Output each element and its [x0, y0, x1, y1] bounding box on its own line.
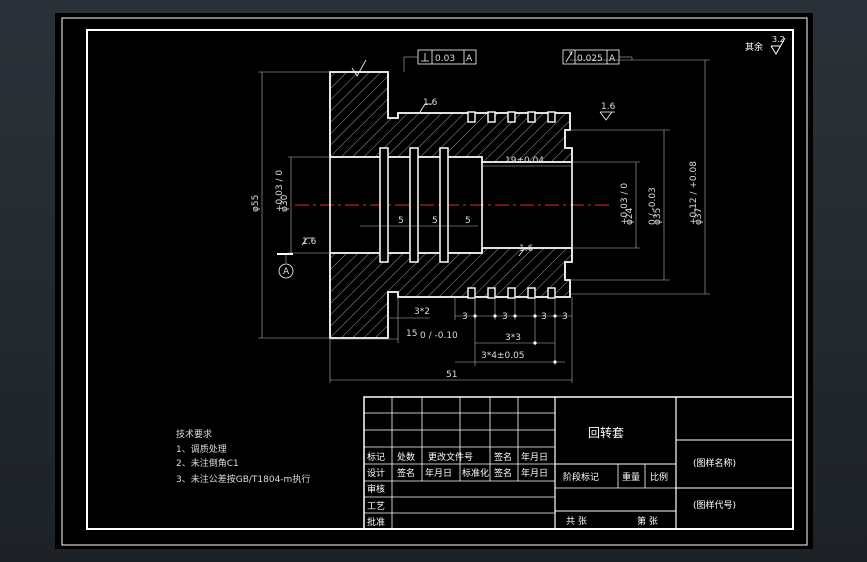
tol-perp-value: 0.03	[435, 54, 455, 64]
dim-d37-tol: +0.12 / +0.08	[689, 161, 699, 225]
roughness-note: 其余	[745, 41, 763, 53]
dim-d24-tol: +0.03 / 0	[620, 183, 630, 225]
dim-groove-mid: 5	[432, 216, 438, 226]
dim-d55: φ55	[251, 195, 261, 212]
tb-review: 审核	[367, 483, 385, 495]
dim-3x4: 3*4±0.05	[481, 351, 525, 361]
tb-sign: 签名	[494, 451, 512, 463]
dim-d30-tol: +0.03 / 0	[275, 170, 285, 212]
tech-req-item2: 2、未注倒角C1	[176, 457, 239, 469]
tb-sheet: 第 张	[637, 515, 658, 527]
engineering-drawing: 其余 3.2 φ55 φ30 +0.03 / 0 19±0.04 φ24 +0.…	[55, 13, 813, 549]
drawing-code: (图样代号)	[693, 499, 736, 511]
roughness-inner-value: 1.6	[519, 244, 534, 254]
cad-viewport[interactable]: 其余 3.2 φ55 φ30 +0.03 / 0 19±0.04 φ24 +0.…	[0, 0, 867, 562]
dim-groove-right: 5	[465, 216, 471, 226]
tb-scale: 比例	[650, 471, 668, 483]
roughness-top-value: 1.6	[423, 98, 438, 108]
tb-standardize: 标准化	[462, 467, 489, 479]
part-name: 回转套	[588, 425, 624, 440]
tb-count: 处数	[397, 451, 415, 463]
dim-len-15: 15	[406, 329, 417, 339]
tech-req-title: 技术要求	[176, 428, 212, 440]
tb-date: 年月日	[521, 451, 548, 463]
tb-approve: 批准	[367, 516, 385, 528]
dim-len-15-tol: 0 / -0.10	[420, 331, 458, 341]
roughness-right-value: 1.6	[601, 102, 616, 112]
roughness-bore-value: 1.6	[302, 237, 317, 247]
tol-perp-datum: A	[466, 54, 473, 64]
dim-g3-d: 3	[562, 312, 568, 322]
tb-total: 共 张	[566, 516, 587, 527]
dim-bore-length: 19±0.04	[505, 156, 544, 166]
dim-g3-b: 3	[502, 312, 508, 322]
dim-groove-left: 5	[398, 216, 404, 226]
tol-runout-value: 0.025	[577, 54, 603, 64]
tb-design: 设计	[367, 467, 385, 479]
tb-process: 工艺	[367, 501, 385, 512]
datum-label: A	[283, 267, 290, 277]
tb-date2: 年月日	[425, 467, 452, 479]
dim-d35-tol: 0 / -0.03	[648, 187, 658, 225]
tech-req-item1: 1、调质处理	[176, 443, 227, 455]
tb-sign2: 签名	[397, 467, 415, 479]
dim-g3-a: 3	[462, 312, 468, 322]
dim-len-51: 51	[446, 370, 457, 380]
tol-runout-datum: A	[609, 54, 616, 64]
dim-3x2: 3*2	[414, 307, 430, 317]
dim-g3-c: 3	[541, 312, 547, 322]
tb-sign3: 签名	[494, 467, 512, 479]
tb-stage-mark: 阶段标记	[563, 471, 599, 483]
tb-date3: 年月日	[521, 467, 548, 479]
tb-marker: 标记	[367, 451, 385, 463]
roughness-value: 3.2	[772, 35, 785, 44]
tech-req-item3: 3、未注公差按GB/T1804-m执行	[176, 473, 310, 485]
dim-3x3: 3*3	[505, 333, 521, 343]
tb-weight: 重量	[622, 471, 640, 483]
tb-change-doc: 更改文件号	[428, 451, 473, 463]
drawing-name: (图样名称)	[693, 457, 736, 469]
